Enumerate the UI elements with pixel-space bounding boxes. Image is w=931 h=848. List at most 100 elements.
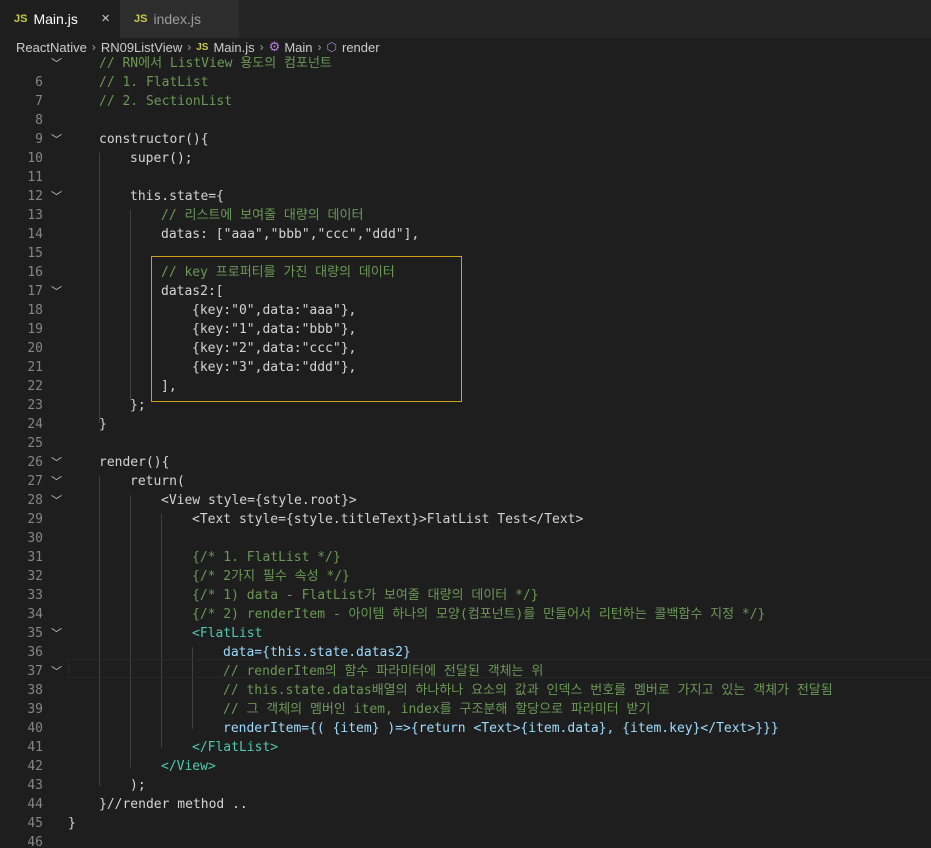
code-line: 35 {/* 2) renderItem - 아이템 하나의 모양(컴포넌트)를… [0, 605, 931, 641]
code-text: datas2:[ [161, 284, 224, 299]
code-text: }; [130, 398, 146, 413]
code-text: <FlatList [192, 626, 263, 641]
code-line: 15 datas: ["aaa","bbb","ccc","ddd"], [0, 225, 931, 261]
breadcrumb-item-method[interactable]: render [342, 40, 380, 55]
code-text: }//render method .. [99, 797, 248, 812]
code-text: // 그 객체의 멤버인 item, index를 구조분해 할당으로 파라미터… [223, 702, 651, 717]
code-text: // key 프로퍼티를 가진 대량의 데이터 [161, 265, 395, 280]
code-line: 20 {key:"1",data:"bbb"}, [0, 320, 931, 356]
code-line: 10 ﹀ constructor(){ [0, 130, 931, 166]
breadcrumb: ReactNative › RN09ListView › JS Main.js … [0, 38, 931, 56]
code-text: <Text style={style.titleText}>FlatList T… [192, 512, 584, 527]
code-editor[interactable]: 6 ﹀ // RN에서 ListView 용도의 컴포넌트 7 // 1. Fl… [0, 56, 931, 848]
chevron-right-icon: › [317, 40, 322, 54]
code-text: // 1. FlatList [99, 75, 209, 90]
code-text: // 2. SectionList [99, 94, 233, 109]
code-line: 22 {key:"3",data:"ddd"}, [0, 358, 931, 394]
code-text: {key:"2",data:"ccc"}, [192, 341, 357, 356]
code-line: 24 }; [0, 396, 931, 432]
chevron-down-icon[interactable]: ﹀ [51, 491, 62, 510]
code-text: return( [130, 474, 185, 489]
code-text: // this.state.datas배열의 하나하나 요소의 값과 인덱스 번… [223, 683, 833, 698]
code-line: 14 // 리스트에 보여줄 대량의 데이터 [0, 206, 931, 242]
chevron-down-icon[interactable]: ﹀ [51, 282, 62, 301]
chevron-down-icon[interactable]: ﹀ [51, 453, 62, 472]
code-line: 9 [0, 111, 931, 147]
code-text: // RN에서 ListView 용도의 컴포넌트 [99, 56, 332, 71]
code-line: 36 ﹀ <FlatList [0, 624, 931, 660]
code-text: {key:"0",data:"aaa"}, [192, 303, 357, 318]
tab-label: index.js [153, 11, 201, 27]
code-line: 42 </FlatList> [0, 738, 931, 774]
code-line: 8 // 2. SectionList [0, 92, 931, 128]
breadcrumb-item-class[interactable]: Main [284, 40, 312, 55]
code-line: 47 [0, 833, 931, 848]
breadcrumb-item-subfolder[interactable]: RN09ListView [101, 40, 182, 55]
code-text: // renderItem의 함수 파라미터에 전달된 객체는 위 [223, 664, 544, 679]
code-text: {key:"1",data:"bbb"}, [192, 322, 357, 337]
code-line: 25 } [0, 415, 931, 451]
code-text: // 리스트에 보여줄 대량의 데이터 [161, 208, 364, 223]
code-text: data={this.state.datas2} [223, 645, 411, 660]
code-text: {/* 2) renderItem - 아이템 하나의 모양(컴포넌트)를 만들… [192, 607, 766, 622]
code-line: 21 {key:"2",data:"ccc"}, [0, 339, 931, 375]
code-line: 34 {/* 1) data - FlatList가 보여줄 대량의 데이터 *… [0, 586, 931, 622]
code-text: } [99, 417, 107, 432]
code-text: super(); [130, 151, 193, 166]
code-line: 30 <Text style={style.titleText}>FlatLis… [0, 510, 931, 546]
code-text: </FlatList> [192, 740, 279, 755]
code-line: 18 ﹀ datas2:[ [0, 282, 931, 318]
code-line: 33 {/* 2가지 필수 속성 */} [0, 567, 931, 603]
chevron-down-icon[interactable]: ﹀ [51, 472, 62, 491]
code-text: {/* 2가지 필수 속성 */} [192, 569, 350, 584]
code-text: render(){ [99, 455, 170, 470]
chevron-down-icon[interactable]: ﹀ [51, 662, 62, 681]
code-text: constructor(){ [99, 132, 209, 147]
code-text: ); [130, 778, 146, 793]
code-line: 17 // key 프로퍼티를 가진 대량의 데이터 [0, 263, 931, 299]
code-text: <View style={style.root}> [161, 493, 357, 508]
code-text: ], [161, 379, 177, 394]
code-text: } [68, 816, 76, 831]
close-icon[interactable]: × [101, 10, 110, 27]
tab-main-js[interactable]: JS Main.js × [0, 0, 120, 38]
code-line: 28 ﹀ return( [0, 472, 931, 508]
code-line: 11 super(); [0, 149, 931, 185]
code-text: renderItem={( {item} )=>{return <Text>{i… [223, 721, 779, 736]
tab-label: Main.js [33, 11, 78, 27]
code-line: 23 ], [0, 377, 931, 413]
code-line: 32 {/* 1. FlatList */} [0, 548, 931, 584]
code-text: {/* 1) data - FlatList가 보여줄 대량의 데이터 */} [192, 588, 539, 603]
breadcrumb-item-folder[interactable]: ReactNative [16, 40, 87, 55]
code-text: {/* 1. FlatList */} [192, 550, 341, 565]
js-file-icon: JS [14, 13, 28, 25]
code-line: 27 ﹀ render(){ [0, 453, 931, 489]
code-line: 7 // 1. FlatList [0, 73, 931, 109]
chevron-down-icon[interactable]: ﹀ [51, 130, 62, 149]
js-file-icon: JS [134, 13, 148, 25]
cube-icon: ⬡ [326, 40, 337, 54]
code-line: 38 ﹀ // renderItem의 함수 파라미터에 전달된 객체는 위 [0, 662, 931, 698]
chevron-down-icon[interactable]: ﹀ [51, 56, 62, 73]
code-text: this.state={ [130, 189, 224, 204]
code-line: 19 {key:"0",data:"aaa"}, [0, 301, 931, 337]
chevron-down-icon[interactable]: ﹀ [51, 187, 62, 206]
tab-bar: JS Main.js × JS index.js [0, 0, 931, 38]
tab-index-js[interactable]: JS index.js [120, 0, 239, 38]
class-icon: ⚙ [268, 39, 281, 54]
code-line: 45 }//render method .. [0, 795, 931, 831]
code-line: 6 ﹀ // RN에서 ListView 용도의 컴포넌트 [0, 56, 931, 90]
code-text: </View> [161, 759, 216, 774]
chevron-right-icon: › [187, 40, 192, 54]
js-file-icon: JS [196, 41, 209, 53]
code-line: 40 // 그 객체의 멤버인 item, index를 구조분해 할당으로 파… [0, 700, 931, 736]
code-line: 16 [0, 244, 931, 280]
code-line: 44 ); [0, 776, 931, 812]
code-line: 26 [0, 434, 931, 470]
chevron-down-icon[interactable]: ﹀ [51, 624, 62, 643]
code-line: 43 </View> [0, 757, 931, 793]
breadcrumb-item-file[interactable]: Main.js [213, 40, 254, 55]
chevron-right-icon: › [91, 40, 96, 54]
code-text: datas: ["aaa","bbb","ccc","ddd"], [161, 227, 420, 242]
code-line: 12 [0, 168, 931, 204]
